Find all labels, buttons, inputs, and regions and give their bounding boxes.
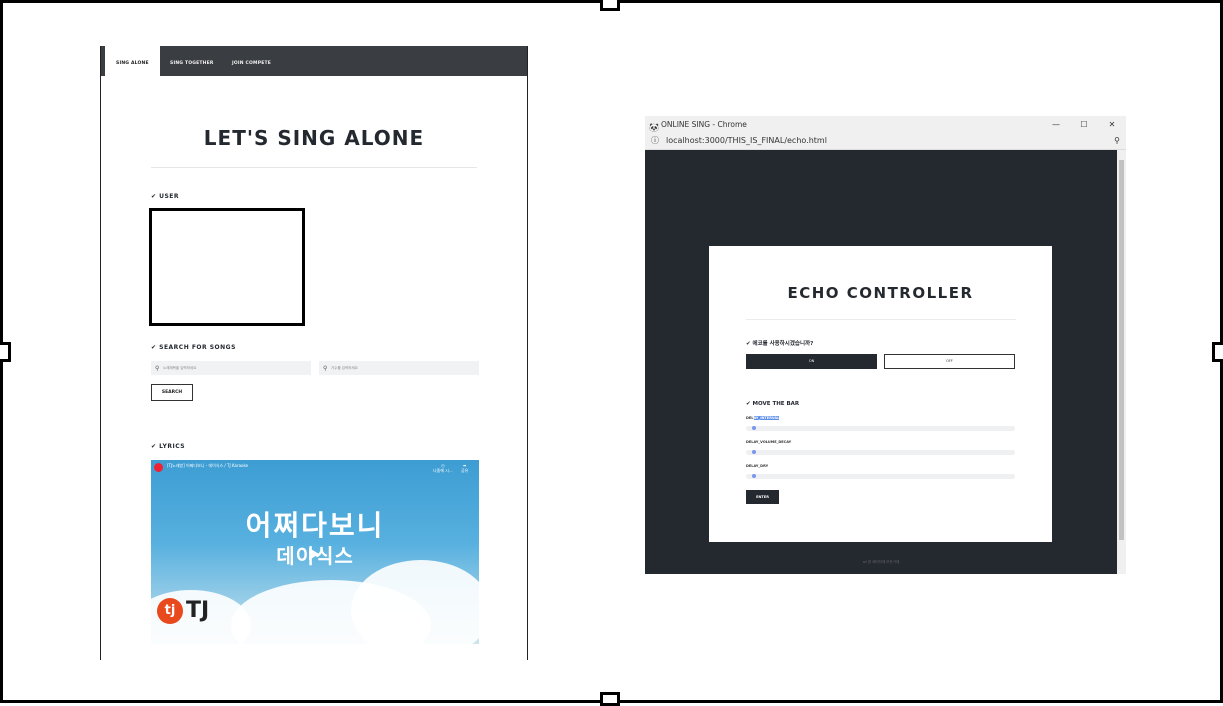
search-section-heading: ✔ SEARCH FOR SONGS [151, 344, 236, 351]
echo-on-button[interactable]: ON [746, 354, 877, 369]
sing-alone-page: SING ALONE SING TOGETHER JOIN COMPETE LE… [100, 46, 528, 660]
address-bar[interactable]: ⓘ localhost:3000/THIS_IS_FINAL/echo.html… [645, 133, 1126, 150]
singer-placeholder: 가수를 입력하세요 [331, 366, 358, 370]
song-title-placeholder: 노래제목을 입력하세요 [163, 366, 197, 370]
maximize-button[interactable]: ☐ [1071, 116, 1097, 133]
close-button[interactable]: ✕ [1099, 116, 1125, 133]
frame-notch-right [1212, 342, 1223, 362]
tab-join-compete[interactable]: JOIN COMPETE [232, 46, 271, 76]
info-icon[interactable]: ⓘ [651, 133, 659, 149]
channel-avatar [154, 463, 163, 472]
window-title: ONLINE SING - Chrome [661, 120, 747, 129]
video-title: [TJ노래방] 어쩌다보니 - 데이식스 / TJ Karaoke [167, 463, 249, 468]
frame-notch-left [0, 342, 11, 362]
slider-label-delay-dry: DELAY_DRY [746, 464, 769, 468]
browser-window: 🐼 ONLINE SING - Chrome — ☐ ✕ ⓘ localhost… [645, 116, 1126, 574]
page-title: LET'S SING ALONE [203, 126, 425, 150]
window-titlebar: 🐼 ONLINE SING - Chrome — ☐ ✕ [645, 116, 1126, 133]
top-nav: SING ALONE SING TOGETHER JOIN COMPETE [101, 46, 527, 76]
minimize-button[interactable]: — [1043, 116, 1069, 133]
delay-dry-slider[interactable] [746, 474, 1015, 479]
watch-later-label: 나중에 시... [433, 468, 453, 473]
video-song-title: 어쩌다보니 [245, 509, 385, 542]
watch-later-icon[interactable]: ◷ 나중에 시... [433, 463, 453, 474]
title-divider [151, 167, 477, 168]
slider-knob[interactable] [752, 450, 756, 454]
scrollbar[interactable] [1117, 150, 1126, 574]
search-icon: ⚲ [323, 365, 328, 372]
search-icon: ⚲ [155, 365, 160, 372]
tab-sing-alone[interactable]: SING ALONE [105, 46, 160, 76]
delay-interval-slider[interactable] [746, 426, 1015, 431]
tab-sing-together[interactable]: SING TOGETHER [170, 46, 214, 76]
slider-knob[interactable] [752, 426, 756, 430]
user-section-heading: ✔ USER [151, 193, 180, 200]
enter-button[interactable]: ENTER [746, 490, 779, 504]
user-video-box [149, 208, 305, 326]
frame-notch-top [600, 0, 620, 11]
share-label: 공유 [461, 468, 469, 473]
slider-label-delay-interval: DELAY_INTERVAL [746, 416, 780, 420]
search-button[interactable]: SEARCH [151, 384, 193, 401]
echo-off-button[interactable]: OFF [884, 354, 1015, 369]
lyrics-section-heading: ✔ LYRICS [151, 443, 186, 450]
cloud-decoration [351, 560, 479, 644]
echo-card: ECHO CONTROLLER ✔ 에코를 사용하시겠습니까? ON OFF ✔… [709, 246, 1052, 542]
singer-input[interactable]: ⚲ 가수를 입력하세요 [319, 361, 479, 375]
play-icon[interactable] [309, 548, 319, 560]
scrollbar-thumb[interactable] [1119, 160, 1124, 540]
url-text: localhost:3000/THIS_IS_FINAL/echo.html [666, 136, 827, 145]
youtube-video-embed[interactable]: [TJ노래방] 어쩌다보니 - 데이식스 / TJ Karaoke ◷ 나중에 시… [151, 460, 479, 644]
card-divider [746, 319, 1016, 320]
tj-logo: tj TJ [157, 598, 209, 624]
card-title: ECHO CONTROLLER [787, 284, 974, 302]
move-bar-heading: ✔ MOVE THE BAR [746, 401, 800, 407]
slider-label-delay-volume-decay: DELAY_VOLUME_DECAY [746, 440, 792, 444]
slider-knob[interactable] [752, 474, 756, 478]
zoom-icon[interactable]: ⚲ [1114, 133, 1120, 149]
share-icon[interactable]: ➦ 공유 [461, 463, 468, 474]
page-footer: all 한 페이지에 모든거에 [862, 560, 900, 564]
song-title-input[interactable]: ⚲ 노래제목을 입력하세요 [151, 361, 311, 375]
frame-notch-bottom [600, 692, 620, 706]
delay-volume-decay-slider[interactable] [746, 450, 1015, 455]
echo-question: ✔ 에코를 사용하시겠습니까? [746, 341, 814, 347]
